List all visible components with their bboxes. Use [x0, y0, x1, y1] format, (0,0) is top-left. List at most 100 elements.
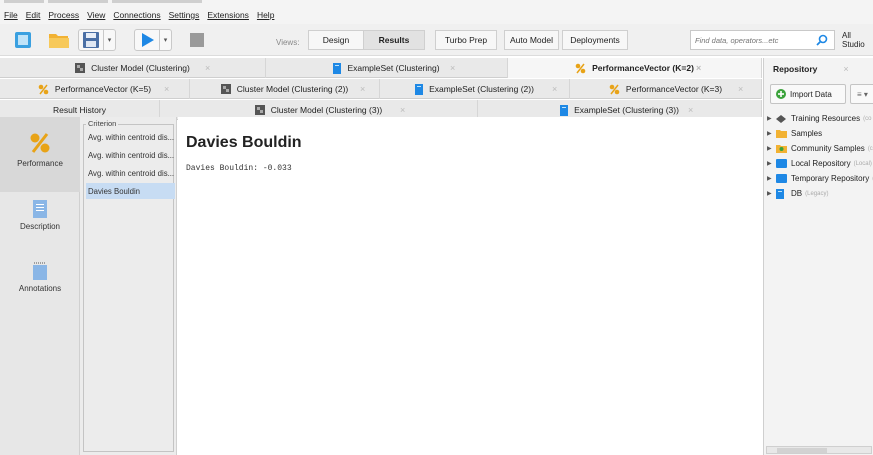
- tree-hint: (Legacy): [805, 190, 829, 197]
- tree-label: Temporary Repository: [791, 174, 870, 183]
- tab-label: Result History: [53, 105, 106, 115]
- expand-arrow-icon[interactable]: ▶: [767, 130, 776, 137]
- tab-label: Cluster Model (Clustering): [91, 63, 190, 73]
- open-process-button[interactable]: [46, 29, 72, 51]
- tab-exampleset[interactable]: ExampleSet (Clustering) ×: [266, 58, 508, 78]
- close-icon[interactable]: ×: [552, 84, 557, 94]
- expand-arrow-icon[interactable]: ▶: [767, 115, 776, 122]
- import-data-label: Import Data: [790, 89, 832, 99]
- repository-tab-label: Repository: [773, 64, 818, 74]
- repository-horizontal-scrollbar[interactable]: [766, 446, 872, 454]
- tab-label: PerformanceVector (K=3): [625, 84, 723, 94]
- run-dropdown-arrow[interactable]: ▾: [160, 29, 172, 51]
- criterion-panel: Avg. within centroid dis... Avg. within …: [80, 117, 177, 455]
- exampleset-icon: [333, 62, 342, 74]
- exampleset-icon: [415, 83, 424, 95]
- tree-label: Community Samples: [791, 144, 865, 153]
- repo-item-db[interactable]: ▶ DB (Legacy): [767, 186, 873, 201]
- sidebar-description[interactable]: Description: [0, 200, 80, 250]
- close-icon[interactable]: ×: [360, 84, 365, 94]
- view-deployments-tab[interactable]: Deployments: [562, 30, 628, 50]
- criterion-item-selected[interactable]: Davies Bouldin: [86, 183, 175, 199]
- criterion-title: Criterion: [86, 119, 119, 128]
- repo-item-community-samples[interactable]: ▶ Community Samples (c: [767, 141, 873, 156]
- tree-hint: (co: [863, 115, 872, 122]
- criterion-item[interactable]: Avg. within centroid dis...: [86, 129, 175, 145]
- tab-performance-vector-k2[interactable]: PerformanceVector (K=2) ×: [508, 58, 762, 78]
- search-icon[interactable]: [816, 34, 828, 48]
- close-icon[interactable]: ×: [164, 84, 169, 94]
- repository-menu-button[interactable]: ≡ ▾: [850, 84, 873, 104]
- tab-label: ExampleSet (Clustering (2)): [429, 84, 534, 94]
- tab-cluster-model[interactable]: Cluster Model (Clustering) ×: [0, 58, 266, 78]
- expand-arrow-icon[interactable]: ▶: [767, 145, 776, 152]
- tab-label: PerformanceVector (K=5): [54, 84, 152, 94]
- view-results-tab[interactable]: Results: [363, 30, 425, 50]
- new-process-button[interactable]: [10, 29, 36, 51]
- repo-item-temporary-repository[interactable]: ▶ Temporary Repository(: [767, 171, 873, 186]
- repository-panel: Repository × Import Data ≡ ▾ ▶ Training …: [763, 58, 873, 455]
- menu-file[interactable]: File: [4, 10, 18, 20]
- expand-arrow-icon[interactable]: ▶: [767, 160, 776, 167]
- view-turbo-prep-tab[interactable]: Turbo Prep: [435, 30, 497, 50]
- view-auto-model-tab[interactable]: Auto Model: [504, 30, 559, 50]
- view-design-tab[interactable]: Design: [308, 30, 364, 50]
- sidebar-label: Performance: [17, 159, 63, 168]
- results-tab-row-2: PerformanceVector (K=5) × Cluster Model …: [0, 79, 762, 99]
- repository-tree: ▶ Training Resources (co ▶ Samples ▶ Comm…: [767, 111, 873, 201]
- criterion-item[interactable]: Avg. within centroid dis...: [86, 147, 175, 163]
- menu-extensions[interactable]: Extensions: [207, 10, 249, 20]
- menu-settings[interactable]: Settings: [169, 10, 200, 20]
- database-icon: [776, 188, 788, 199]
- menu-connections[interactable]: Connections: [113, 10, 160, 20]
- search-scope-label: All Studio: [842, 31, 865, 49]
- performance-icon: [609, 84, 620, 95]
- repo-item-samples[interactable]: ▶ Samples: [767, 126, 873, 141]
- menu-edit[interactable]: Edit: [26, 10, 41, 20]
- scrollbar-thumb[interactable]: [777, 448, 827, 453]
- tab-performance-vector-k3[interactable]: PerformanceVector (K=3) ×: [570, 79, 762, 99]
- close-icon[interactable]: ×: [205, 63, 210, 73]
- close-icon[interactable]: ×: [738, 84, 743, 94]
- tree-hint: (c: [867, 145, 873, 152]
- window-title-stub: [4, 0, 234, 6]
- sidebar-label: Description: [19, 222, 60, 231]
- criterion-value-text: Davies Bouldin: -0.033: [186, 164, 292, 173]
- performance-content: Davies Bouldin Davies Bouldin: -0.033: [178, 117, 763, 455]
- stop-process-button[interactable]: [184, 29, 210, 51]
- folder-icon: [49, 34, 69, 48]
- search-scope-dropdown[interactable]: All Studio▾: [838, 30, 873, 50]
- sidebar-performance[interactable]: Performance: [0, 117, 80, 192]
- save-dropdown-arrow[interactable]: ▾: [104, 29, 116, 51]
- menu-view[interactable]: View: [87, 10, 105, 20]
- repo-item-training-resources[interactable]: ▶ Training Resources (co: [767, 111, 873, 126]
- expand-arrow-icon[interactable]: ▶: [767, 190, 776, 197]
- save-process-button[interactable]: [78, 29, 104, 51]
- play-icon: [142, 33, 154, 47]
- close-icon[interactable]: ×: [696, 63, 701, 73]
- tab-repository[interactable]: Repository ×: [768, 59, 868, 79]
- menu-help[interactable]: Help: [257, 10, 274, 20]
- community-icon: [776, 144, 788, 153]
- exampleset-icon: [560, 104, 569, 116]
- criterion-item[interactable]: Avg. within centroid dis...: [86, 165, 175, 181]
- expand-arrow-icon[interactable]: ▶: [767, 175, 776, 182]
- cluster-model-icon: [75, 63, 86, 73]
- tab-label: Cluster Model (Clustering (3)): [270, 105, 383, 115]
- sidebar-annotations[interactable]: Annotations: [0, 262, 80, 312]
- run-process-button[interactable]: [134, 29, 160, 51]
- close-icon[interactable]: ×: [450, 63, 455, 73]
- close-icon[interactable]: ×: [843, 64, 848, 74]
- tab-exampleset-2[interactable]: ExampleSet (Clustering (2)) ×: [380, 79, 570, 99]
- cluster-model-icon: [254, 105, 265, 115]
- close-icon[interactable]: ×: [400, 105, 405, 115]
- close-icon[interactable]: ×: [688, 105, 693, 115]
- import-data-button[interactable]: Import Data: [770, 84, 846, 104]
- tab-cluster-model-2[interactable]: Cluster Model (Clustering (2)) ×: [190, 79, 380, 99]
- search-input[interactable]: [691, 31, 801, 49]
- tab-performance-vector-k5[interactable]: PerformanceVector (K=5) ×: [0, 79, 190, 99]
- tree-label: Samples: [791, 129, 823, 138]
- tree-label: Training Resources: [791, 114, 861, 123]
- repo-item-local-repository[interactable]: ▶ Local Repository (Local): [767, 156, 873, 171]
- menu-process[interactable]: Process: [48, 10, 79, 20]
